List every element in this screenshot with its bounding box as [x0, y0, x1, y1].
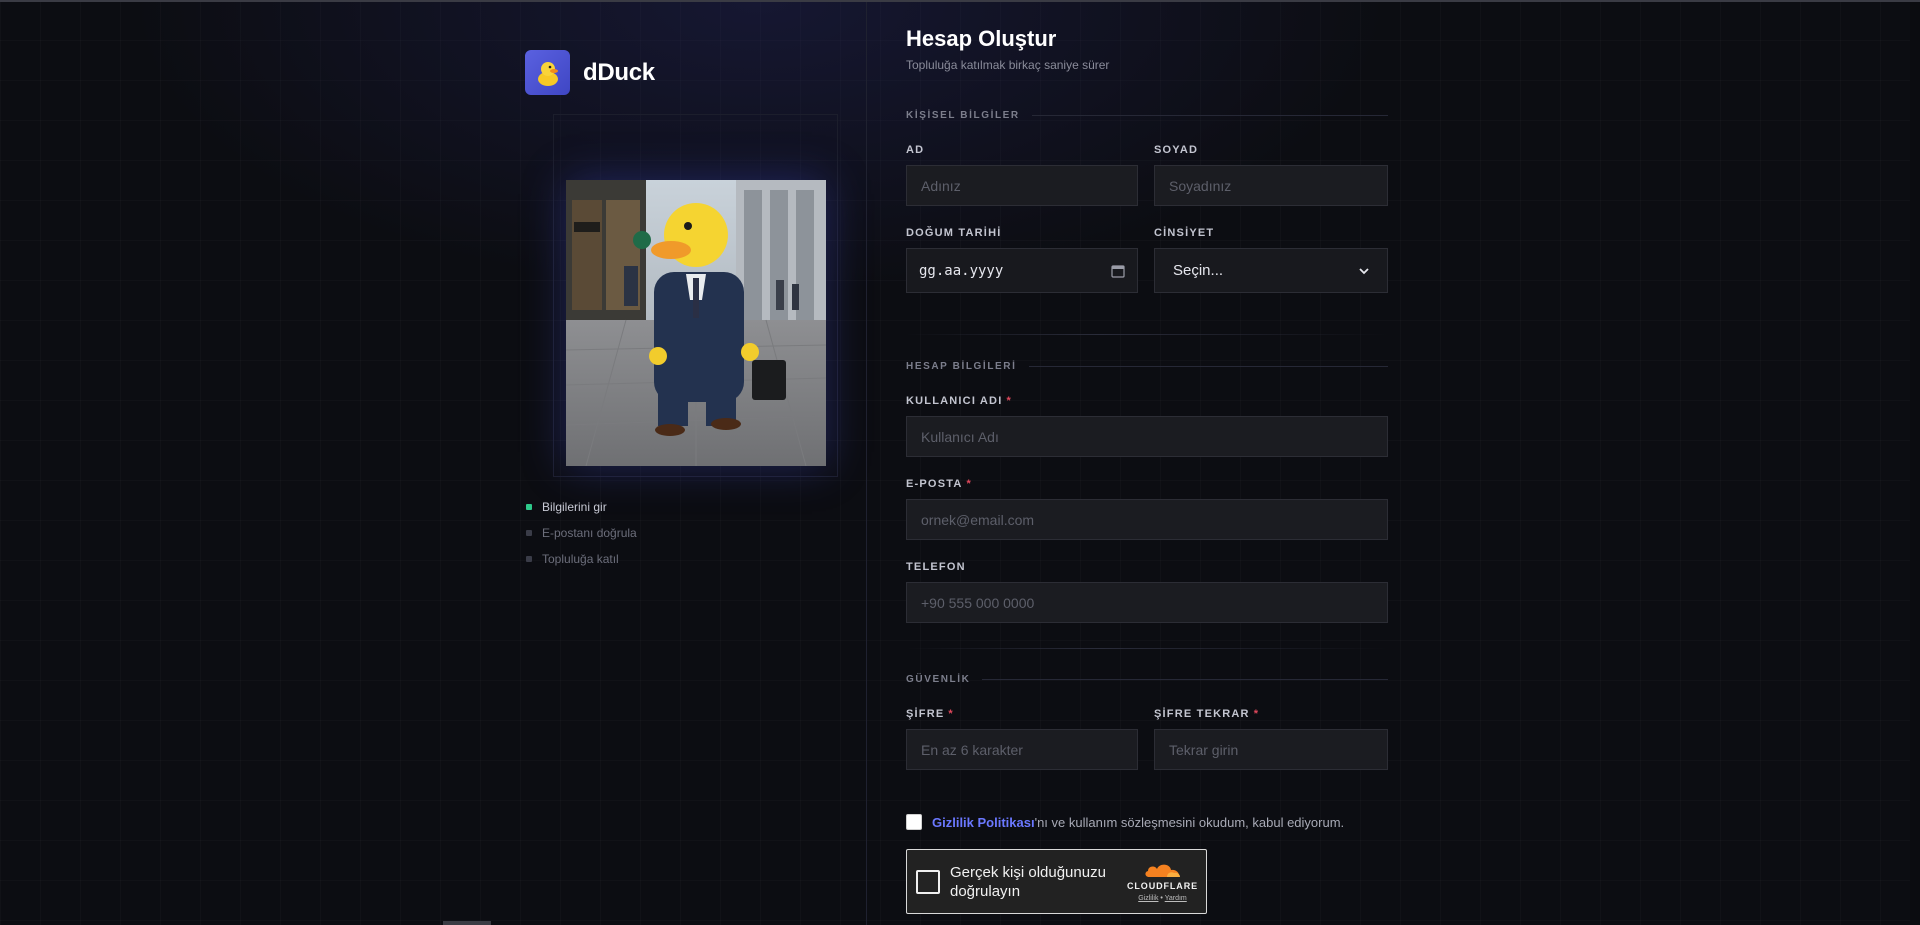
captcha-text: Gerçek kişi olduğunuzu doğrulayın — [950, 863, 1106, 900]
step-join-community: Topluluğa katıl — [526, 546, 637, 572]
step-enter-details: Bilgilerini gir — [526, 494, 637, 520]
captcha-privacy-link[interactable]: Gizlilik — [1138, 895, 1158, 902]
panel-divider — [866, 2, 867, 925]
privacy-policy-link[interactable]: Gizlilik Politikası — [932, 815, 1035, 830]
step-indicator — [526, 504, 532, 510]
birth-date-label: DOĞUM TARİHİ — [906, 227, 1002, 239]
page-subtitle: Topluluğa katılmak birkaç saniye sürer — [906, 58, 1110, 72]
gender-select[interactable]: Seçin... — [1154, 248, 1388, 293]
birth-date-input[interactable]: gg.aa.yyyy — [906, 248, 1138, 293]
horizontal-scrollbar-thumb[interactable] — [443, 921, 491, 925]
password-label: ŞİFRE * — [906, 708, 954, 720]
phone-input[interactable] — [906, 582, 1388, 623]
captcha-brand-name: CLOUDFLARE — [1127, 881, 1198, 891]
terms-text: 'nı ve kullanım sözleşmesini okudum, kab… — [1034, 814, 1345, 830]
first-name-input[interactable] — [906, 165, 1138, 206]
signup-steps: Bilgilerini gir E-postanı doğrula Toplul… — [526, 494, 637, 572]
brand-logo[interactable]: dDuck — [525, 50, 655, 95]
duck-businessman-illustration — [566, 180, 826, 466]
captcha-links: Gizlilik • Yardım — [1138, 895, 1187, 902]
viewport: dDuck Bilgilerini gir E-postanı doğrula … — [0, 0, 1920, 925]
calendar-icon[interactable] — [1111, 264, 1125, 278]
cloud-icon — [1144, 864, 1180, 877]
captcha-help-link[interactable]: Yardım — [1165, 895, 1187, 902]
terms-checkbox[interactable] — [906, 814, 922, 830]
phone-label: TELEFON — [906, 561, 966, 573]
section-personal: KİŞİSEL BİLGİLER — [906, 110, 1388, 121]
section-security: GÜVENLİK — [906, 674, 1388, 685]
step-indicator — [526, 556, 532, 562]
captcha-checkbox[interactable] — [916, 869, 940, 894]
password-repeat-label: ŞİFRE TEKRAR * — [1154, 708, 1260, 720]
captcha-brand: CLOUDFLARE Gizlilik • Yardım — [1127, 861, 1198, 902]
last-name-input[interactable] — [1154, 165, 1388, 206]
email-label: E-POSTA * — [906, 478, 972, 490]
username-input[interactable] — [906, 416, 1388, 457]
duck-icon — [525, 50, 570, 95]
username-label: KULLANICI ADI * — [906, 395, 1012, 407]
signup-form: Hesap Oluştur Topluluğa katılmak birkaç … — [906, 0, 1388, 925]
password-input[interactable] — [906, 729, 1138, 770]
terms-agreement: Gizlilik Politikası 'nı ve kullanım sözl… — [906, 814, 1344, 830]
last-name-label: SOYAD — [1154, 144, 1199, 156]
captcha-widget: Gerçek kişi olduğunuzu doğrulayın CLOUDF… — [906, 849, 1207, 914]
section-separator — [906, 334, 1388, 335]
captcha-link-separator: • — [1160, 895, 1163, 902]
password-repeat-input[interactable] — [1154, 729, 1388, 770]
email-input[interactable] — [906, 499, 1388, 540]
step-indicator — [526, 530, 532, 536]
gender-label: CİNSİYET — [1154, 227, 1215, 239]
step-verify-email: E-postanı doğrula — [526, 520, 637, 546]
brand-name: dDuck — [583, 58, 655, 86]
first-name-label: AD — [906, 144, 925, 156]
chevron-down-icon — [1359, 267, 1369, 274]
section-account: HESAP BİLGİLERİ — [906, 361, 1388, 372]
vertical-scrollbar[interactable] — [1910, 2, 1920, 925]
section-separator — [906, 648, 1388, 649]
page-title: Hesap Oluştur — [906, 26, 1057, 51]
